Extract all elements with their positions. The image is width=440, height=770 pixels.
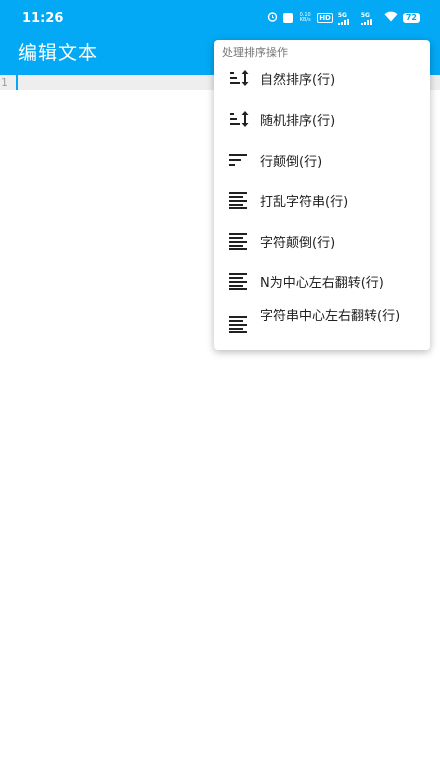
signal-2-label: 5G <box>360 11 370 19</box>
menu-item-natural-sort[interactable]: 自然排序(行) <box>214 57 430 97</box>
menu-item-label: 打乱字符串(行) <box>260 195 349 210</box>
short-lines-icon <box>228 151 250 167</box>
screen: 11:26 0.10 KB/s HD 5G 5G 72 编辑文本 1 处理排序操… <box>0 0 440 770</box>
notification-icon <box>283 13 294 23</box>
line-number: 1 <box>1 76 8 89</box>
align-lines-icon <box>228 191 250 209</box>
page-title: 编辑文本 <box>18 42 99 64</box>
align-lines-icon <box>228 272 250 290</box>
signal-1-label: 5G <box>337 11 347 19</box>
network-speed: 0.10 KB/s <box>298 13 312 23</box>
menu-item-string-center-flip[interactable]: 字符串中心左右翻转(行) <box>214 302 430 346</box>
signal-icon-1: 5G <box>337 11 356 25</box>
wifi-icon <box>384 11 398 26</box>
menu-item-label: 随机排序(行) <box>260 114 336 129</box>
sort-operations-menu: 处理排序操作 自然排序(行) 随机排序(行) 行颠倒(行) 打乱字符串(行) 字… <box>214 40 430 350</box>
align-lines-icon <box>228 315 250 333</box>
status-icons: 0.10 KB/s HD 5G 5G 72 <box>267 11 420 25</box>
status-bar: 11:26 0.10 KB/s HD 5G 5G 72 <box>0 0 440 36</box>
menu-item-label: 字符颠倒(行) <box>260 236 336 251</box>
menu-item-label: 字符串中心左右翻转(行) <box>260 309 401 324</box>
alarm-icon <box>267 11 278 26</box>
status-time: 11:26 <box>22 11 64 26</box>
menu-item-n-center-flip[interactable]: N为中心左右翻转(行) <box>214 260 430 300</box>
battery-icon: 72 <box>402 13 420 23</box>
text-cursor <box>16 75 18 90</box>
sort-arrows-icon <box>228 111 250 127</box>
signal-icon-2: 5G <box>360 11 379 25</box>
menu-item-reverse-chars[interactable]: 字符颠倒(行) <box>214 220 430 260</box>
align-lines-icon <box>228 232 250 250</box>
menu-item-label: N为中心左右翻转(行) <box>260 276 384 291</box>
menu-item-label: 行颠倒(行) <box>260 155 323 170</box>
sort-arrows-icon <box>228 70 250 86</box>
menu-item-shuffle-string[interactable]: 打乱字符串(行) <box>214 179 430 219</box>
network-speed-unit: KB/s <box>299 17 311 23</box>
hd-voice-icon: HD <box>317 13 333 23</box>
menu-item-reverse-lines[interactable]: 行颠倒(行) <box>214 139 430 179</box>
menu-item-random-sort[interactable]: 随机排序(行) <box>214 98 430 138</box>
menu-item-label: 自然排序(行) <box>260 73 336 88</box>
